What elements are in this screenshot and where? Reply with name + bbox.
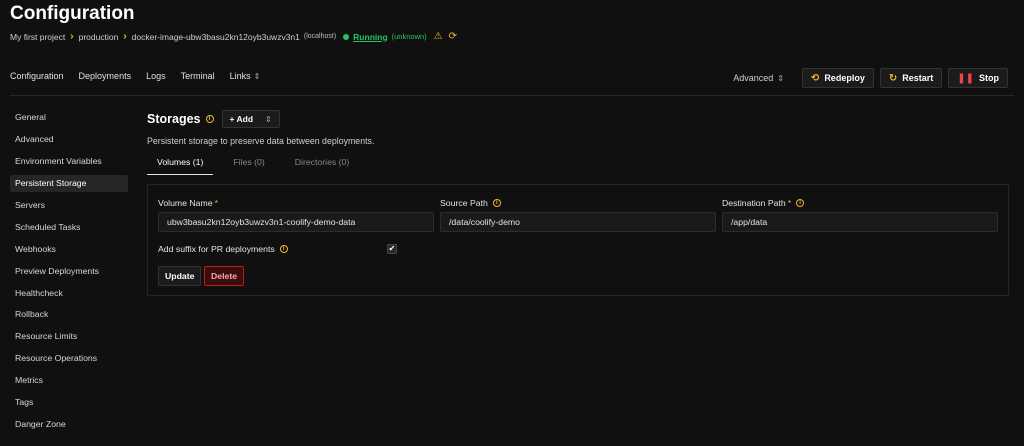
add-storage-button[interactable]: + Add ⇕: [221, 110, 280, 128]
nav-divider: [10, 95, 1014, 96]
info-icon[interactable]: i: [796, 199, 805, 207]
sidebar-item-resource-operations[interactable]: Resource Operations: [10, 350, 128, 367]
status-dot-icon: [343, 33, 350, 40]
breadcrumb-project[interactable]: My first project: [10, 32, 65, 42]
redeploy-icon: ⟲: [810, 72, 820, 84]
storage-tabs: Volumes (1) Files (0) Directories (0): [147, 157, 369, 175]
stop-icon: ❚❚: [957, 72, 974, 84]
sidebar-item-tags[interactable]: Tags: [10, 394, 128, 411]
required-marker: *: [787, 198, 792, 208]
status-detail: (unknown): [391, 32, 427, 41]
volume-name-input[interactable]: ubw3basu2kn12oyb3uwzv3n1-coolify-demo-da…: [158, 212, 434, 232]
sidebar-item-danger-zone[interactable]: Danger Zone: [10, 416, 128, 433]
stop-button[interactable]: ❚❚ Stop: [948, 68, 1008, 88]
breadcrumb-host: (localhost): [303, 33, 337, 40]
update-button[interactable]: Update: [158, 266, 202, 286]
volume-panel: Volume Name * ubw3basu2kn12oyb3uwzv3n1-c…: [147, 184, 1009, 296]
nav-configuration[interactable]: Configuration: [10, 71, 64, 81]
redeploy-button[interactable]: ⟲ Redeploy: [801, 68, 874, 88]
chevron-right-icon: ›: [123, 31, 127, 42]
info-icon[interactable]: i: [205, 115, 214, 123]
tab-directories[interactable]: Directories (0): [285, 157, 360, 175]
delete-button[interactable]: Delete: [204, 266, 245, 286]
pr-suffix-row: Add suffix for PR deployments i ✔: [158, 242, 397, 256]
top-nav: Configuration Deployments Logs Terminal …: [10, 71, 260, 81]
volume-name-label: Volume Name: [158, 198, 213, 208]
nav-deployments[interactable]: Deployments: [79, 71, 132, 81]
nav-links-label: Links: [229, 71, 251, 81]
advanced-dropdown[interactable]: Advanced ⇕: [733, 73, 784, 83]
pr-suffix-checkbox[interactable]: ✔: [387, 244, 397, 254]
volume-name-field: Volume Name * ubw3basu2kn12oyb3uwzv3n1-c…: [158, 197, 434, 232]
source-path-input[interactable]: /data/coolify-demo: [440, 212, 716, 232]
chevron-updown-icon: ⇕: [265, 114, 272, 124]
volume-name-label-row: Volume Name *: [158, 197, 434, 209]
info-icon[interactable]: i: [279, 245, 288, 253]
sidebar-item-healthcheck[interactable]: Healthcheck: [10, 285, 128, 302]
sidebar-item-persistent-storage[interactable]: Persistent Storage: [10, 174, 128, 192]
action-bar: Advanced ⇕ ⟲ Redeploy ↻ Restart ❚❚ Stop: [733, 68, 1008, 88]
refresh-icon[interactable]: ⟳: [449, 31, 457, 42]
chevron-updown-icon: ⇕: [253, 72, 261, 81]
sidebar-item-metrics[interactable]: Metrics: [10, 372, 128, 389]
advanced-label: Advanced: [733, 73, 774, 83]
required-marker: *: [214, 198, 218, 208]
redeploy-label: Redeploy: [824, 73, 865, 83]
breadcrumb-environment[interactable]: production: [79, 32, 119, 42]
destination-path-label: Destination Path: [722, 198, 786, 208]
nav-logs[interactable]: Logs: [146, 71, 166, 81]
sidebar-item-webhooks[interactable]: Webhooks: [10, 241, 128, 258]
chevron-right-icon: ›: [70, 31, 74, 42]
tab-files[interactable]: Files (0): [223, 157, 274, 175]
pr-suffix-label: Add suffix for PR deployments: [158, 244, 275, 254]
destination-path-field: Destination Path * i /app/data: [722, 197, 998, 232]
destination-path-label-row: Destination Path * i: [722, 197, 998, 209]
storage-header: Storages i + Add ⇕: [147, 110, 1009, 128]
chevron-updown-icon: ⇕: [777, 74, 784, 83]
nav-links[interactable]: Links ⇕: [230, 71, 261, 81]
sidebar: General Advanced Environment Variables P…: [10, 109, 128, 438]
source-path-label: Source Path: [440, 198, 488, 208]
destination-path-input[interactable]: /app/data: [722, 212, 998, 232]
storages-subtitle: Persistent storage to preserve data betw…: [147, 136, 375, 146]
warning-icon[interactable]: ⚠: [434, 31, 443, 42]
sidebar-item-scheduled-tasks[interactable]: Scheduled Tasks: [10, 219, 128, 236]
source-path-label-row: Source Path i: [440, 197, 716, 209]
sidebar-item-rollback[interactable]: Rollback: [10, 306, 128, 323]
breadcrumb-resource[interactable]: docker-image-ubw3basu2kn12oyb3uwzv3n1: [132, 32, 300, 42]
restart-button[interactable]: ↻ Restart: [879, 68, 943, 88]
tab-volumes[interactable]: Volumes (1): [147, 157, 214, 175]
breadcrumb: My first project › production › docker-i…: [10, 31, 457, 42]
stop-label: Stop: [979, 73, 999, 83]
status-running[interactable]: Running: [353, 32, 387, 42]
sidebar-item-advanced[interactable]: Advanced: [10, 131, 128, 148]
sidebar-item-resource-limits[interactable]: Resource Limits: [10, 328, 128, 345]
add-storage-label: + Add: [229, 114, 254, 124]
nav-terminal[interactable]: Terminal: [181, 71, 215, 81]
storages-title: Storages: [147, 112, 201, 126]
sidebar-item-general[interactable]: General: [10, 109, 128, 126]
source-path-field: Source Path i /data/coolify-demo: [440, 197, 716, 232]
restart-icon: ↻: [888, 72, 898, 84]
sidebar-item-preview-deployments[interactable]: Preview Deployments: [10, 263, 128, 280]
sidebar-item-servers[interactable]: Servers: [10, 197, 128, 214]
info-icon[interactable]: i: [492, 199, 501, 207]
page-title: Configuration: [10, 3, 135, 24]
sidebar-item-environment-variables[interactable]: Environment Variables: [10, 153, 128, 170]
storage-section: Storages i + Add ⇕ Persistent storage to…: [147, 110, 1009, 296]
restart-label: Restart: [902, 73, 934, 83]
